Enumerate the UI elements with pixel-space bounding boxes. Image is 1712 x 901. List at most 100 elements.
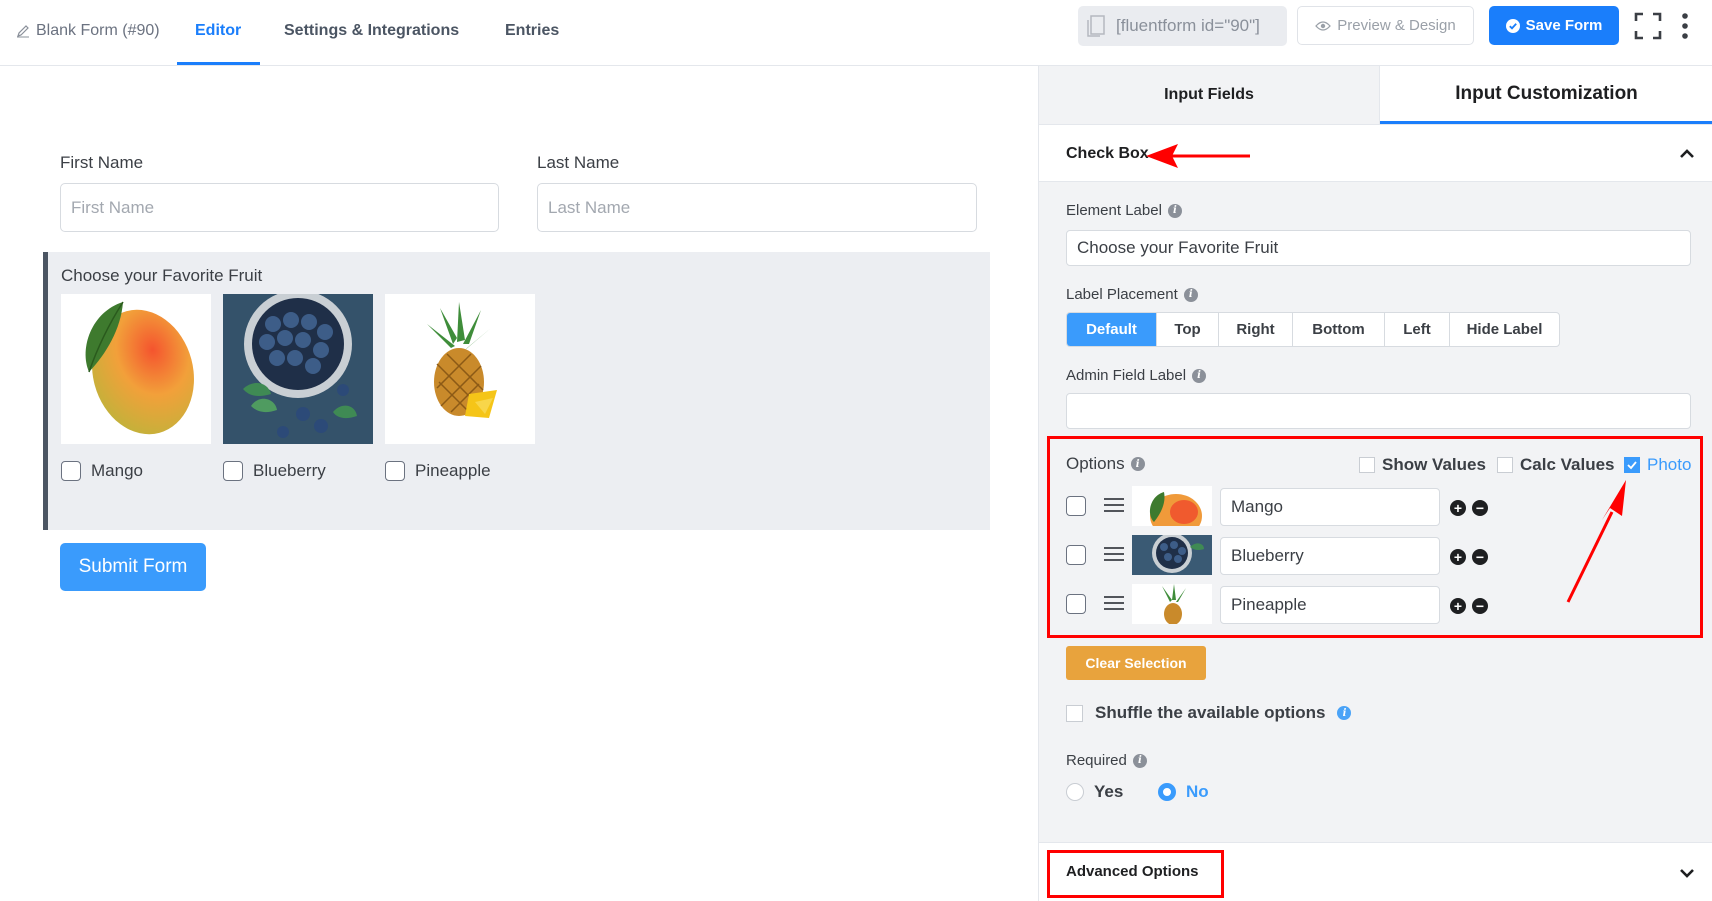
info-icon[interactable]: i <box>1192 368 1207 383</box>
option-photo-thumbnail[interactable] <box>1132 486 1212 526</box>
required-heading: Required i <box>1066 752 1147 769</box>
drag-handle-icon[interactable] <box>1104 546 1124 562</box>
tab-input-fields[interactable]: Input Fields <box>1039 66 1380 124</box>
tab-editor[interactable]: Editor <box>195 22 241 40</box>
section-title: Check Box <box>1066 145 1149 162</box>
calc-values-toggle[interactable]: Calc Values <box>1497 455 1615 475</box>
minus-circle-icon[interactable]: − <box>1472 500 1488 516</box>
placement-default[interactable]: Default <box>1067 313 1157 346</box>
drag-handle-icon[interactable] <box>1104 497 1124 513</box>
minus-circle-icon[interactable]: − <box>1472 598 1488 614</box>
option-default-checkbox[interactable] <box>1066 594 1086 614</box>
placement-left[interactable]: Left <box>1385 313 1450 346</box>
first-name-input[interactable]: First Name <box>60 183 499 232</box>
check-circle-icon <box>1505 18 1520 33</box>
clear-selection-button[interactable]: Clear Selection <box>1066 646 1206 680</box>
label-placement-heading: Label Placement i <box>1066 286 1198 303</box>
photo-toggle[interactable]: Photo <box>1624 455 1691 475</box>
show-values-checkbox[interactable] <box>1359 457 1375 473</box>
show-values-label: Show Values <box>1382 455 1486 474</box>
radio-button[interactable] <box>1158 783 1176 801</box>
tab-entries[interactable]: Entries <box>505 22 559 40</box>
document-icon <box>1087 15 1105 37</box>
plus-circle-icon[interactable]: + <box>1450 598 1466 614</box>
option-label: Blueberry <box>253 461 326 480</box>
chevron-down-icon[interactable] <box>1679 865 1695 881</box>
placement-top[interactable]: Top <box>1157 313 1219 346</box>
options-label: Options <box>1066 454 1125 473</box>
required-no-label: No <box>1186 782 1209 801</box>
info-icon[interactable]: i <box>1183 287 1198 302</box>
placement-right[interactable]: Right <box>1219 313 1293 346</box>
element-label-input[interactable]: Choose your Favorite Fruit <box>1066 230 1691 266</box>
tab-input-customization[interactable]: Input Customization <box>1380 66 1712 124</box>
plus-circle-icon[interactable]: + <box>1450 500 1466 516</box>
last-name-label: Last Name <box>537 153 620 172</box>
form-title-text: Blank Form (#90) <box>36 22 160 39</box>
active-tab-indicator <box>177 62 260 65</box>
label-placement-segmented: Default Top Right Bottom Left Hide Label <box>1066 312 1560 347</box>
preview-design-label: Preview & Design <box>1337 17 1456 34</box>
fruit-question-label: Choose your Favorite Fruit <box>61 266 263 285</box>
checkbox-option-blueberry[interactable]: Blueberry <box>223 461 326 481</box>
required-label: Required <box>1066 752 1127 769</box>
shortcode-copy[interactable]: [fluentform id="90"] <box>1078 6 1287 46</box>
eye-icon <box>1315 20 1332 31</box>
element-label-text: Element Label <box>1066 202 1162 219</box>
option-value-input[interactable]: Mango <box>1220 488 1440 526</box>
option-value-input[interactable]: Pineapple <box>1220 586 1440 624</box>
checkbox[interactable] <box>385 461 405 481</box>
drag-handle-icon[interactable] <box>1104 595 1124 611</box>
check-box-section-header[interactable]: Check Box <box>1039 124 1712 182</box>
info-icon[interactable]: i <box>1167 203 1182 218</box>
element-label-heading: Element Label i <box>1066 202 1182 219</box>
calc-values-checkbox[interactable] <box>1497 457 1513 473</box>
edit-icon <box>17 25 29 38</box>
checkbox-field-preview[interactable]: Choose your Favorite Fruit Mango Blueber… <box>43 252 990 530</box>
option-value-input[interactable]: Blueberry <box>1220 537 1440 575</box>
option-default-checkbox[interactable] <box>1066 496 1086 516</box>
show-values-toggle[interactable]: Show Values <box>1359 455 1486 475</box>
tab-settings-integrations[interactable]: Settings & Integrations <box>284 22 459 40</box>
checkbox[interactable] <box>61 461 81 481</box>
chevron-up-icon[interactable] <box>1679 146 1695 162</box>
info-icon[interactable]: i <box>1337 706 1352 720</box>
blueberry-image <box>223 294 373 444</box>
checkbox-option-mango[interactable]: Mango <box>61 461 143 481</box>
shuffle-options-toggle[interactable]: Shuffle the available options i <box>1066 703 1352 723</box>
shuffle-checkbox[interactable] <box>1066 704 1083 722</box>
info-icon[interactable]: i <box>1130 457 1145 471</box>
submit-form-button[interactable]: Submit Form <box>60 543 206 591</box>
info-icon[interactable]: i <box>1132 753 1147 768</box>
placement-hide-label[interactable]: Hide Label <box>1450 313 1559 346</box>
option-photo-thumbnail[interactable] <box>1132 584 1212 624</box>
advanced-options-header[interactable]: Advanced Options <box>1039 842 1712 901</box>
option-default-checkbox[interactable] <box>1066 545 1086 565</box>
last-name-input[interactable]: Last Name <box>537 183 977 232</box>
preview-design-button[interactable]: Preview & Design <box>1297 6 1474 45</box>
calc-values-label: Calc Values <box>1520 455 1615 474</box>
radio-button[interactable] <box>1066 783 1084 801</box>
kebab-icon[interactable] <box>1680 12 1690 40</box>
advanced-options-title: Advanced Options <box>1066 863 1199 880</box>
checkbox[interactable] <box>223 461 243 481</box>
shortcode-text: [fluentform id="90"] <box>1116 16 1260 35</box>
form-title[interactable]: Blank Form (#90) <box>16 22 160 40</box>
required-no-radio[interactable]: No <box>1158 782 1209 802</box>
option-photo-thumbnail[interactable] <box>1132 535 1212 575</box>
first-name-label: First Name <box>60 153 144 172</box>
admin-field-label-input[interactable] <box>1066 393 1691 429</box>
option-label: Mango <box>91 461 143 480</box>
placement-bottom[interactable]: Bottom <box>1293 313 1385 346</box>
photo-checkbox[interactable] <box>1624 457 1640 473</box>
plus-circle-icon[interactable]: + <box>1450 549 1466 565</box>
minus-circle-icon[interactable]: − <box>1472 549 1488 565</box>
save-form-button[interactable]: Save Form <box>1489 6 1619 45</box>
required-yes-radio[interactable]: Yes <box>1066 782 1123 802</box>
checkbox-option-pineapple[interactable]: Pineapple <box>385 461 491 481</box>
admin-field-label-heading: Admin Field Label i <box>1066 367 1207 384</box>
save-form-label: Save Form <box>1525 17 1603 34</box>
fullscreen-icon[interactable] <box>1634 12 1662 40</box>
top-bar: Blank Form (#90) Editor Settings & Integ… <box>0 0 1712 66</box>
settings-panel: Input Fields Input Customization Check B… <box>1038 66 1712 901</box>
